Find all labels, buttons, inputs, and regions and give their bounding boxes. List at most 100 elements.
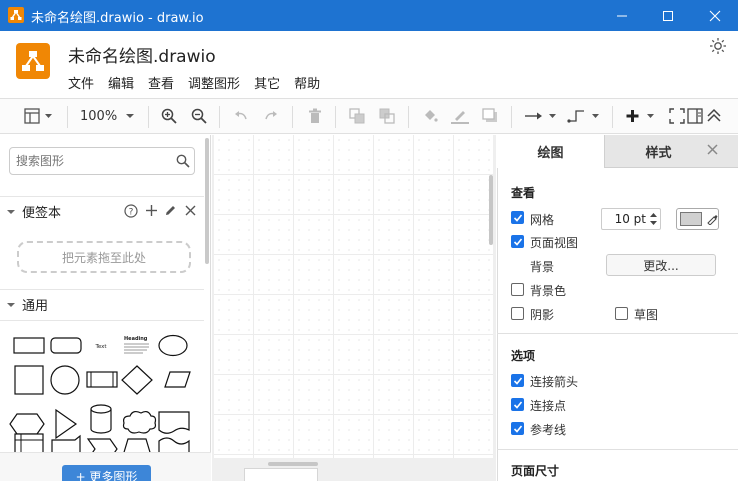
shape-document[interactable] (158, 411, 190, 434)
guides-checkbox[interactable] (511, 422, 524, 435)
shape-cloud[interactable] (122, 410, 157, 434)
shape-circle[interactable] (50, 365, 80, 395)
tab-style-label: 样式 (645, 145, 672, 161)
insert-plus-dropdown[interactable] (624, 104, 658, 128)
tab-diagram[interactable]: 绘图 (497, 135, 604, 168)
background-color-label: 背景色 (530, 284, 567, 298)
page-size-heading: 页面尺寸 (511, 464, 560, 478)
shadow-checkbox[interactable] (511, 307, 524, 320)
zoom-out-icon[interactable] (189, 104, 209, 128)
zoom-dropdown[interactable]: 100% (80, 104, 136, 128)
sidebar-scrollbar[interactable] (205, 138, 209, 264)
page-view-label: 页面视图 (530, 236, 579, 250)
scratchpad-title: 便签本 (22, 206, 62, 221)
close-icon[interactable] (185, 205, 196, 219)
fullscreen-icon[interactable] (667, 104, 687, 128)
grid-color-button[interactable] (676, 208, 719, 230)
shape-search-input[interactable] (16, 148, 166, 174)
view-panels-button[interactable] (22, 104, 56, 128)
connection-arrow-dropdown[interactable] (523, 104, 559, 128)
to-front-icon[interactable] (347, 104, 367, 128)
page-view-checkbox[interactable] (511, 235, 524, 248)
grid-checkbox[interactable] (511, 211, 524, 224)
general-title: 通用 (22, 299, 49, 314)
shape-ellipse[interactable] (158, 334, 188, 357)
sketch-checkbox[interactable] (615, 307, 628, 320)
help-icon[interactable]: ? (124, 204, 138, 221)
app-icon (8, 7, 24, 23)
fill-color-icon[interactable] (420, 104, 440, 128)
redo-icon[interactable] (261, 104, 281, 128)
menu-bar: 文件 编辑 查看 调整图形 其它 帮助 (68, 73, 334, 92)
delete-icon[interactable] (305, 104, 325, 128)
close-panel-icon[interactable] (707, 144, 718, 158)
diagram-page[interactable] (214, 135, 493, 458)
menu-view[interactable]: 查看 (148, 73, 174, 92)
maximize-button[interactable] (645, 0, 691, 31)
menu-edit[interactable]: 编辑 (108, 73, 134, 92)
shape-parallelogram[interactable] (164, 371, 191, 388)
shape-hexagon[interactable] (9, 413, 45, 435)
view-heading: 查看 (511, 186, 536, 200)
close-button[interactable] (692, 0, 738, 31)
general-shapes-palette: Text Heading (9, 334, 191, 463)
shape-heading[interactable]: Heading (124, 336, 148, 342)
shadow-label: 阴影 (530, 308, 555, 322)
connection-points-label: 连接点 (530, 399, 567, 413)
guides-label: 参考线 (530, 423, 567, 437)
connection-arrows-label: 连接箭头 (530, 375, 579, 389)
shadow-icon[interactable] (480, 104, 500, 128)
shape-triangle[interactable] (55, 408, 78, 440)
window-titlebar: 未命名绘图.drawio - draw.io (0, 0, 738, 31)
add-icon[interactable] (145, 204, 158, 220)
grid-size-input[interactable]: 10 pt (601, 208, 661, 230)
scratchpad-drop-zone[interactable]: 把元素拖至此处 (17, 241, 191, 273)
sketch-label: 草图 (634, 308, 659, 322)
shape-cylinder[interactable] (90, 404, 112, 434)
shape-rounded-rectangle[interactable] (50, 337, 82, 354)
collapse-toolbar-icon[interactable] (704, 104, 724, 128)
menu-extras[interactable]: 其它 (254, 73, 280, 92)
search-icon[interactable] (176, 154, 190, 171)
canvas-horizontal-scrollbar[interactable] (268, 462, 318, 466)
page-tab[interactable] (244, 468, 318, 481)
eyedropper-icon (707, 215, 718, 225)
edit-pencil-icon[interactable] (164, 204, 177, 220)
shape-rectangle[interactable] (13, 337, 45, 354)
drawio-logo (16, 43, 50, 79)
options-heading: 选项 (511, 349, 536, 363)
format-panel-icon[interactable] (685, 104, 705, 128)
waypoint-dropdown[interactable] (566, 104, 602, 128)
line-color-icon[interactable] (450, 104, 470, 128)
connection-points-checkbox[interactable] (511, 398, 524, 411)
toolbar: 100% (0, 98, 738, 134)
grid-label: 网格 (530, 213, 555, 227)
collapse-arrow-icon[interactable] (6, 208, 16, 216)
canvas-vertical-scrollbar[interactable] (489, 175, 493, 245)
background-label: 背景 (530, 260, 555, 274)
zoom-in-icon[interactable] (159, 104, 179, 128)
zoom-value: 100% (80, 108, 118, 124)
menu-help[interactable]: 帮助 (294, 73, 320, 92)
shape-diamond[interactable] (121, 365, 153, 395)
svg-text:?: ? (129, 208, 134, 218)
grid-size-value: 10 pt (614, 212, 646, 226)
more-shapes-button[interactable]: + 更多图形 (62, 465, 151, 481)
general-header[interactable]: 通用 (0, 289, 204, 319)
collapse-arrow-icon[interactable] (6, 301, 16, 309)
menu-file[interactable]: 文件 (68, 73, 94, 92)
change-background-button[interactable]: 更改... (606, 254, 716, 276)
document-title[interactable]: 未命名绘图.drawio (68, 42, 216, 67)
grid-size-stepper[interactable] (649, 211, 658, 227)
shape-text[interactable]: Text (94, 344, 107, 350)
window-title: 未命名绘图.drawio - draw.io (31, 11, 204, 26)
shape-search-box[interactable] (9, 147, 195, 175)
undo-icon[interactable] (231, 104, 251, 128)
menu-arrange[interactable]: 调整图形 (188, 73, 240, 92)
connection-arrows-checkbox[interactable] (511, 374, 524, 387)
shape-square[interactable] (14, 365, 44, 395)
sun-icon[interactable] (709, 37, 727, 55)
to-back-icon[interactable] (377, 104, 397, 128)
background-color-checkbox[interactable] (511, 283, 524, 296)
minimize-button[interactable] (599, 0, 645, 31)
